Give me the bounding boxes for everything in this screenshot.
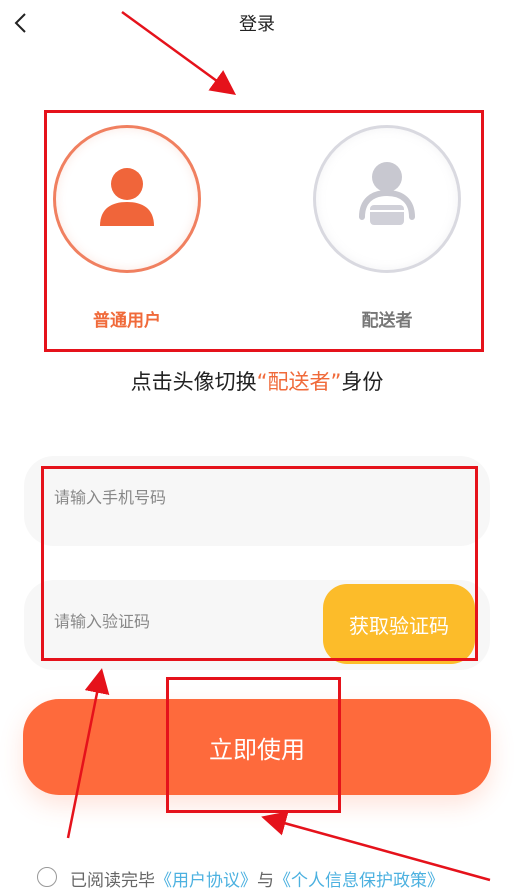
annotation-box-submit: [166, 677, 341, 813]
privacy-policy-link[interactable]: 《个人信息保护政策》: [274, 871, 444, 891]
hint-highlight: “配送者”: [256, 370, 342, 394]
agreement-text: 已阅读完毕《用户协议》与《个人信息保护政策》: [70, 866, 444, 891]
user-agreement-link[interactable]: 《用户协议》: [155, 871, 257, 891]
annotation-box-inputs: [41, 466, 478, 661]
hint-prefix: 点击头像切换: [130, 370, 257, 394]
role-switch-hint: 点击头像切换“配送者”身份: [0, 366, 514, 396]
hint-suffix: 身份: [341, 370, 384, 394]
agreement-prefix: 已阅读完毕: [70, 871, 155, 891]
agreement-radio[interactable]: [37, 867, 57, 887]
agreement-and: 与: [257, 871, 274, 891]
annotation-box-roles: [44, 110, 484, 352]
page-title: 登录: [239, 14, 275, 35]
